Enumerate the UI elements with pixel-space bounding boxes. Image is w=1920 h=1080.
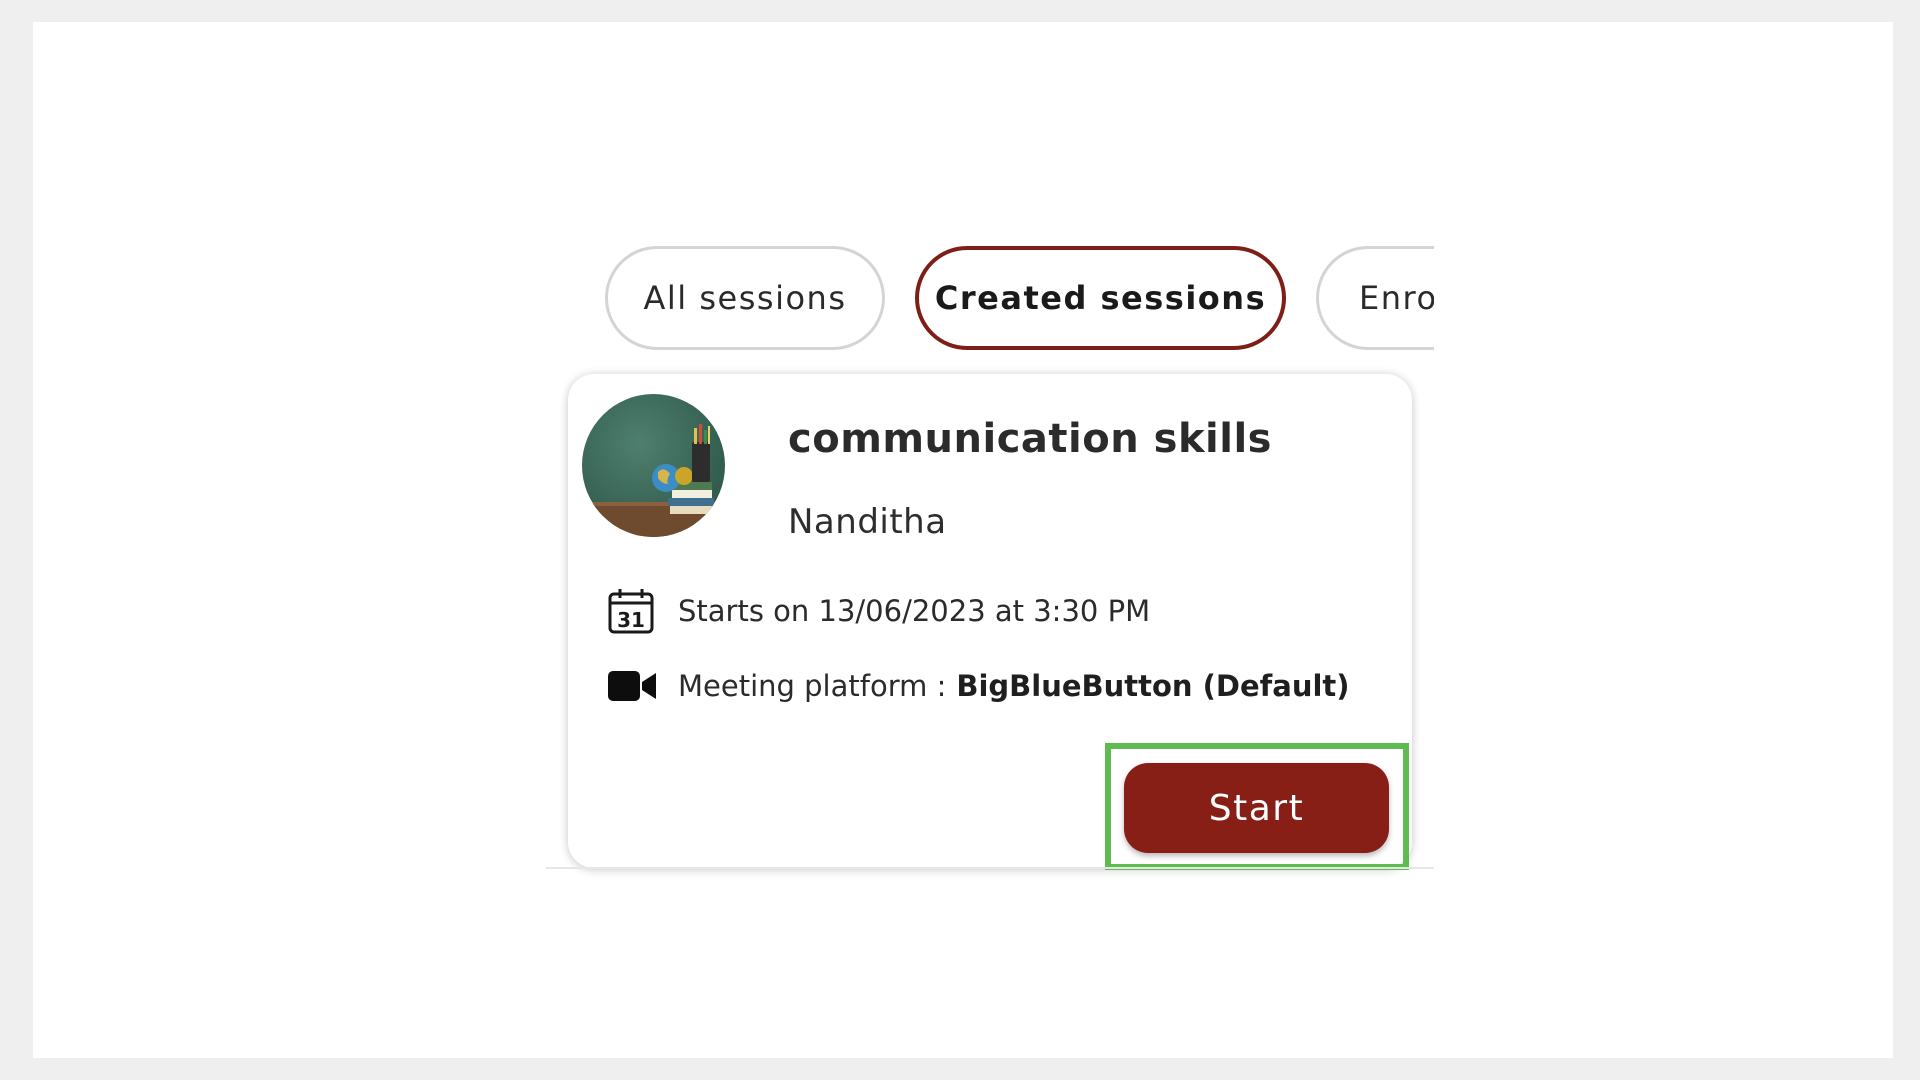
session-author: Nanditha bbox=[788, 502, 947, 542]
sessions-panel: All sessions Created sessions Enro commu… bbox=[546, 222, 1434, 872]
session-title: communication skills bbox=[788, 416, 1272, 462]
session-start-text: Starts on 13/06/2023 at 3:30 PM bbox=[678, 594, 1151, 628]
tab-enrolled-sessions[interactable]: Enro bbox=[1316, 246, 1434, 350]
platform-value: BigBlueButton (Default) bbox=[956, 669, 1350, 703]
session-card[interactable]: communication skills Nanditha 31 Starts … bbox=[568, 374, 1412, 870]
session-thumbnail bbox=[582, 394, 725, 537]
tab-all-sessions-label: All sessions bbox=[643, 279, 847, 317]
session-date-row: 31 Starts on 13/06/2023 at 3:30 PM bbox=[608, 587, 1150, 635]
platform-label: Meeting platform : bbox=[678, 669, 947, 703]
start-button[interactable]: Start bbox=[1124, 763, 1389, 853]
start-button-label: Start bbox=[1208, 787, 1305, 829]
tab-all-sessions[interactable]: All sessions bbox=[605, 246, 885, 350]
tab-enrolled-sessions-label: Enro bbox=[1359, 279, 1434, 317]
session-platform-row: Meeting platform : BigBlueButton (Defaul… bbox=[608, 662, 1350, 710]
list-divider bbox=[546, 867, 1434, 869]
page-canvas: All sessions Created sessions Enro commu… bbox=[33, 22, 1893, 1058]
tab-created-sessions-label: Created sessions bbox=[934, 279, 1267, 317]
classroom-image bbox=[582, 394, 725, 537]
session-tabs: All sessions Created sessions Enro bbox=[568, 222, 1434, 372]
calendar-icon: 31 bbox=[608, 587, 658, 635]
tab-created-sessions[interactable]: Created sessions bbox=[915, 246, 1286, 350]
video-camera-icon bbox=[608, 662, 658, 710]
calendar-day-text: 31 bbox=[617, 608, 645, 632]
